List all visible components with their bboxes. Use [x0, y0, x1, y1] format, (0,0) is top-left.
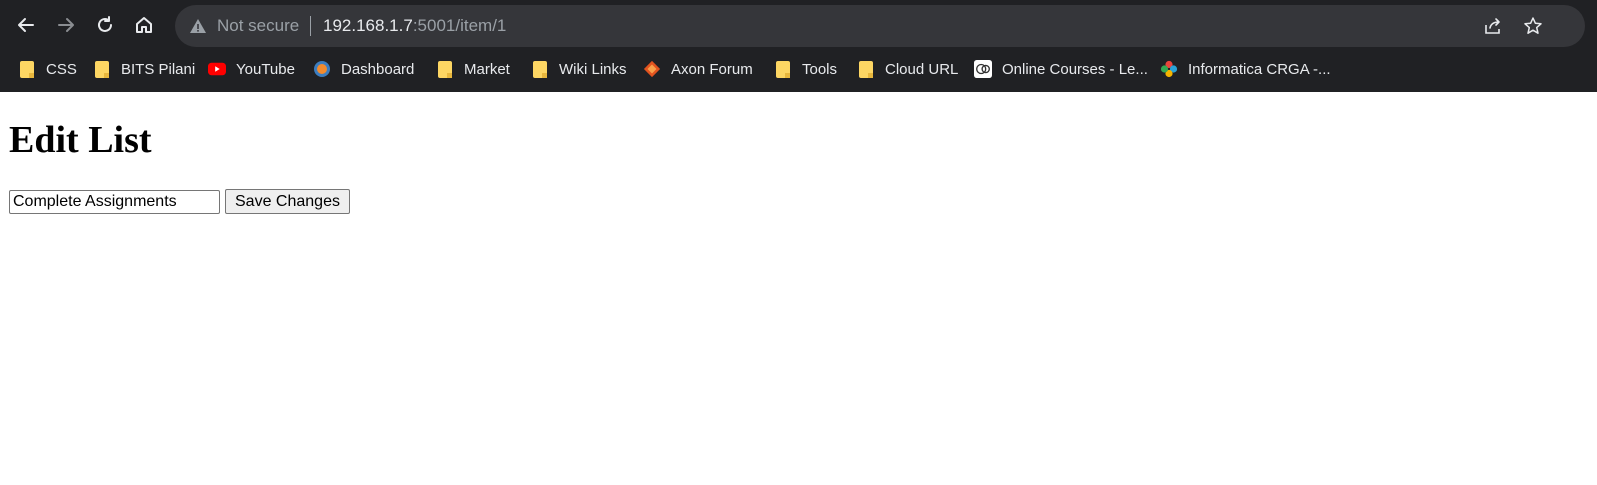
folder-icon [774, 60, 792, 78]
edit-item-form: Save Changes [9, 189, 1588, 214]
bookmark-label: Dashboard [341, 60, 415, 78]
bookmark-label: Axon Forum [671, 60, 753, 78]
item-name-input[interactable] [9, 189, 220, 214]
url-host: 192.168.1.7 [323, 16, 413, 35]
address-separator [310, 16, 311, 36]
back-arrow-icon[interactable] [12, 11, 40, 39]
folder-icon [18, 60, 36, 78]
share-icon[interactable] [1483, 16, 1503, 41]
home-icon[interactable] [130, 11, 158, 39]
url-text[interactable]: 192.168.1.7:5001/item/1 [323, 16, 506, 36]
folder-icon [857, 60, 875, 78]
bookmark-informatica[interactable]: Informatica CRGA -... [1160, 57, 1331, 81]
bookmark-online-courses[interactable]: Online Courses - Le... [974, 57, 1148, 81]
youtube-icon [208, 60, 226, 78]
security-label[interactable]: Not secure [217, 16, 299, 36]
bookmark-dashboard[interactable]: Dashboard [313, 57, 414, 81]
page-content: Edit List Save Changes [0, 118, 1597, 214]
bookmark-label: CSS [46, 60, 77, 78]
forward-arrow-icon[interactable] [52, 11, 80, 39]
browser-chrome: Not secure 192.168.1.7:5001/item/1 CSS B… [0, 0, 1597, 92]
folder-icon [436, 60, 454, 78]
bookmark-label: BITS Pilani [121, 60, 196, 78]
bookmark-wiki-links[interactable]: Wiki Links [531, 57, 627, 81]
save-changes-button[interactable]: Save Changes [225, 189, 350, 214]
bookmark-label: Cloud URL [885, 60, 959, 78]
dashboard-icon [313, 60, 331, 78]
bookmark-axon-forum[interactable]: Axon Forum [643, 57, 753, 81]
bookmark-youtube[interactable]: YouTube [208, 57, 295, 81]
informatica-icon [1160, 60, 1178, 78]
bookmark-bits-pilani[interactable]: BITS Pilani [93, 57, 195, 81]
bookmark-css[interactable]: CSS [18, 57, 77, 81]
folder-icon [93, 60, 111, 78]
page-title: Edit List [9, 119, 152, 161]
bookmark-label: YouTube [236, 60, 295, 78]
bookmark-label: Online Courses - Le... [1002, 60, 1148, 78]
axon-icon [643, 60, 661, 78]
reload-icon[interactable] [91, 11, 119, 39]
bookmark-label: Market [464, 60, 510, 78]
bookmark-label: Wiki Links [559, 60, 627, 78]
courses-icon [974, 60, 992, 78]
star-icon[interactable] [1523, 16, 1543, 41]
folder-icon [531, 60, 549, 78]
bookmark-label: Informatica CRGA -... [1188, 60, 1331, 78]
bookmark-cloud-url[interactable]: Cloud URL [857, 57, 958, 81]
url-path: :5001/item/1 [412, 16, 507, 35]
bookmark-label: Tools [802, 60, 838, 78]
bookmarks-bar: CSS BITS Pilani YouTube Dashboard Market… [0, 50, 1597, 88]
bookmark-tools[interactable]: Tools [774, 57, 837, 81]
bookmark-market[interactable]: Market [436, 57, 510, 81]
warning-icon[interactable] [189, 17, 207, 40]
address-bar[interactable]: Not secure 192.168.1.7:5001/item/1 [175, 5, 1585, 47]
browser-toolbar: Not secure 192.168.1.7:5001/item/1 [0, 0, 1597, 50]
